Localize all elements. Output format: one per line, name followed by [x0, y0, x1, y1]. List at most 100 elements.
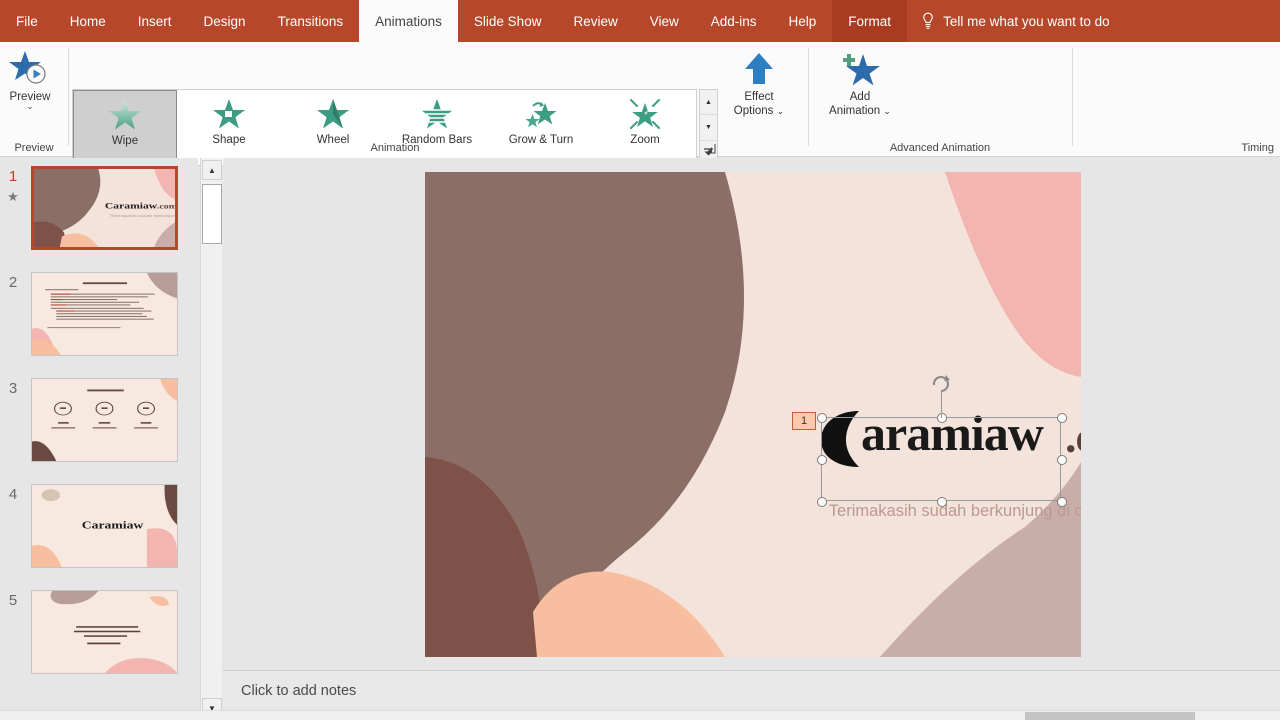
scroll-down-icon: ▼	[705, 123, 712, 131]
thumbnail-preview	[32, 591, 177, 673]
star-wipe-icon	[109, 100, 141, 130]
ribbon-tab-bar: File Home Insert Design Transitions Anim…	[0, 0, 1280, 42]
tab-label: Help	[788, 13, 817, 29]
svg-text:.com: .com	[157, 202, 175, 210]
thumbnail-row-3: 3	[0, 376, 198, 482]
group-label-advanced-animation: Advanced Animation	[889, 142, 991, 154]
thumbnail-number: 4	[8, 486, 18, 503]
tab-label: Home	[69, 13, 106, 29]
chevron-down-icon[interactable]: ⌄	[26, 102, 34, 111]
horizontal-scrollbar[interactable]	[0, 710, 1280, 720]
add-animation-line1: Add	[849, 91, 871, 103]
gallery-scroll-down-button[interactable]: ▼	[700, 115, 717, 141]
tab-transitions[interactable]: Transitions	[262, 0, 360, 42]
preview-star-play-icon	[9, 51, 46, 84]
animation-star-icon: ★	[7, 189, 19, 204]
tab-file[interactable]: File	[0, 0, 54, 42]
slide-thumbnail-2[interactable]	[31, 272, 178, 356]
group-separator	[68, 48, 69, 146]
tab-review[interactable]: Review	[557, 0, 633, 42]
thumbnail-scrollbar-thumb[interactable]	[202, 184, 222, 244]
ribbon-group-timing: Start: On Click ▼ Duration: 00,50 ▲▼ Del…	[1074, 42, 1280, 157]
current-slide-canvas[interactable]: aramiaw .com Terimakasih sudah berkunjun…	[425, 172, 1081, 657]
ribbon-group-preview: Preview ⌄ Preview	[0, 42, 68, 157]
tab-slide-show[interactable]: Slide Show	[458, 0, 558, 42]
add-animation-line2: Animation ⌄	[829, 105, 891, 117]
thumbnail-number: 5	[8, 592, 18, 609]
thumbnail-row-5: 5	[0, 588, 198, 694]
animation-dialog-launcher-icon[interactable]	[705, 144, 716, 155]
thumbnail-row-1: 1 ★ Caramiaw .com Terimakasih sudah berk…	[0, 164, 198, 270]
thumbnail-scroll-up-button[interactable]: ▲	[202, 160, 222, 180]
tab-animations[interactable]: Animations	[359, 0, 458, 42]
horizontal-scrollbar-thumb[interactable]	[1025, 712, 1195, 720]
ribbon-group-effect-options: Effect Options ⌄	[722, 42, 800, 157]
star-zoom-icon	[630, 99, 660, 129]
thumbnail-pane-scrollbar[interactable]: ▲ ▼	[200, 158, 222, 720]
tab-view[interactable]: View	[634, 0, 695, 42]
tab-label: Animations	[375, 13, 442, 29]
thumbnail-preview	[32, 273, 177, 355]
tell-me-label: Tell me what you want to do	[943, 13, 1110, 29]
thumbnail-row-2: 2	[0, 270, 198, 376]
add-animation-button[interactable]: Add Animation ⌄	[822, 50, 898, 118]
resize-handle-middle-left[interactable]	[817, 455, 827, 465]
effect-options-line1: Effect	[744, 91, 774, 103]
slide-editing-stage: aramiaw .com Terimakasih sudah berkunjun…	[223, 158, 1280, 670]
animation-order-tag[interactable]: 1	[792, 412, 816, 430]
thumbnail-preview: Caramiaw	[32, 485, 177, 567]
resize-handle-middle-right[interactable]	[1057, 455, 1067, 465]
tab-label: View	[649, 13, 679, 29]
chevron-down-icon[interactable]: ⌄	[883, 106, 891, 116]
slide-thumbnail-pane: 1 ★ Caramiaw .com Terimakasih sudah berk…	[0, 158, 198, 720]
rotate-handle-icon[interactable]	[930, 372, 952, 394]
svg-text:Caramiaw: Caramiaw	[105, 202, 158, 211]
tell-me-box[interactable]: Tell me what you want to do	[907, 0, 1124, 42]
slide-thumbnail-3[interactable]	[31, 378, 178, 462]
effect-options-button[interactable]: Effect Options ⌄	[728, 50, 790, 118]
resize-handle-top-left[interactable]	[817, 413, 827, 423]
tab-help[interactable]: Help	[773, 0, 833, 42]
tab-add-ins[interactable]: Add-ins	[695, 0, 773, 42]
scroll-up-icon: ▲	[705, 98, 712, 106]
preview-button[interactable]: Preview ⌄	[2, 48, 58, 111]
tab-insert[interactable]: Insert	[122, 0, 188, 42]
gallery-scroll-up-button[interactable]: ▲	[700, 90, 717, 116]
thumbnail-row-4: 4 Caramiaw	[0, 482, 198, 588]
up-arrow-icon	[745, 53, 773, 84]
group-label-preview: Preview	[14, 142, 54, 154]
tab-design[interactable]: Design	[188, 0, 262, 42]
ribbon: Preview ⌄ Preview Wipe Shape Wheel Rando…	[0, 42, 1280, 166]
resize-handle-bottom-center[interactable]	[937, 497, 947, 507]
thumbnail-preview: Caramiaw .com Terimakasih sudah berkunju…	[34, 169, 175, 247]
tab-format[interactable]: Format	[832, 0, 908, 42]
resize-handle-top-center[interactable]	[937, 413, 947, 423]
thumbnail-number: 2	[8, 274, 18, 291]
group-label-timing: Timing	[1241, 142, 1274, 154]
resize-handle-top-right[interactable]	[1057, 413, 1067, 423]
tab-label: Slide Show	[473, 13, 542, 29]
slide-thumbnail-4[interactable]: Caramiaw	[31, 484, 178, 568]
notes-pane[interactable]: Click to add notes	[223, 670, 1280, 708]
tab-home[interactable]: Home	[54, 0, 122, 42]
slide-thumbnail-1[interactable]: Caramiaw .com Terimakasih sudah berkunju…	[31, 166, 178, 250]
resize-handle-bottom-right[interactable]	[1057, 497, 1067, 507]
group-separator	[1072, 48, 1073, 146]
thumbnail-number: 3	[8, 380, 18, 397]
tab-label: Format	[848, 13, 892, 29]
tab-label: Transitions	[277, 13, 344, 29]
add-animation-star-icon	[843, 54, 880, 86]
selection-box[interactable]: 1	[792, 375, 1067, 507]
chevron-down-icon[interactable]: ⌄	[777, 106, 785, 116]
star-random-bars-icon	[420, 99, 454, 129]
slide-thumbnail-5[interactable]	[31, 590, 178, 674]
tab-label: File	[16, 13, 38, 29]
resize-handle-bottom-left[interactable]	[817, 497, 827, 507]
animation-gallery[interactable]: Wipe Shape Wheel Random Bars Grow & Turn…	[72, 89, 697, 166]
tab-label: Design	[203, 13, 246, 29]
svg-text:Terimakasih sudah berkunjung: Terimakasih sudah berkunjung	[109, 214, 175, 218]
scroll-up-icon: ▲	[208, 165, 216, 175]
notes-placeholder: Click to add notes	[241, 683, 357, 699]
lightbulb-icon	[923, 12, 933, 29]
tab-label: Review	[573, 13, 618, 29]
